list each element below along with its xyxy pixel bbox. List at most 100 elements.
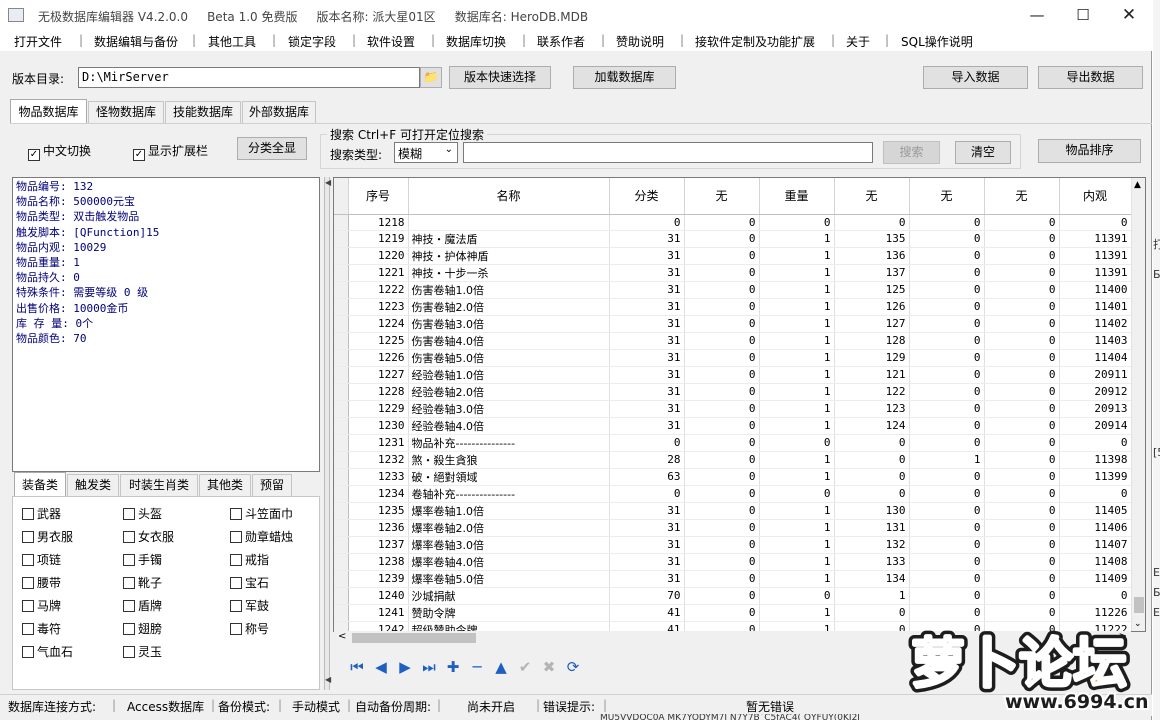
table-cell[interactable]: 1229 bbox=[348, 400, 409, 418]
table-row[interactable]: 1229 经验卷轴3.0倍 31 0 1 123 0 0 20913 bbox=[334, 400, 1132, 418]
table-cell[interactable]: 1 bbox=[909, 451, 985, 469]
show-all-categories-button[interactable]: 分类全显 bbox=[237, 137, 307, 160]
row-indicator[interactable] bbox=[334, 247, 349, 265]
table-row[interactable]: 1230 经验卷轴4.0倍 31 0 1 124 0 0 20914 bbox=[334, 417, 1132, 435]
prior-record-icon[interactable]: ◀ bbox=[369, 658, 393, 676]
row-indicator[interactable] bbox=[334, 230, 349, 248]
last-record-icon[interactable]: ⏭ bbox=[417, 658, 441, 676]
cat-boots-checkbox[interactable]: 靴子 bbox=[123, 574, 162, 591]
table-cell[interactable]: 1219 bbox=[348, 230, 409, 248]
cancel-record-icon[interactable]: ✖ bbox=[537, 658, 561, 676]
row-indicator[interactable] bbox=[334, 417, 349, 435]
table-cell[interactable]: 31 bbox=[609, 332, 685, 350]
table-cell[interactable]: 1 bbox=[759, 230, 835, 248]
table-cell[interactable]: 131 bbox=[834, 519, 910, 537]
table-cell[interactable]: 0 bbox=[1059, 587, 1132, 605]
table-cell[interactable]: 0 bbox=[834, 485, 910, 503]
table-cell[interactable]: 0 bbox=[684, 434, 760, 452]
table-row[interactable]: 1222 伤害卷轴1.0倍 31 0 1 125 0 0 11400 bbox=[334, 281, 1132, 299]
table-cell[interactable]: 0 bbox=[909, 315, 985, 333]
scroll-left-icon[interactable]: < bbox=[338, 631, 346, 642]
table-cell[interactable]: 0 bbox=[984, 451, 1060, 469]
table-cell[interactable]: 11407 bbox=[1059, 536, 1132, 554]
row-indicator[interactable] bbox=[334, 468, 349, 486]
table-cell[interactable]: 1 bbox=[759, 383, 835, 401]
column-header[interactable]: 重量 bbox=[759, 178, 835, 215]
table-cell[interactable]: 1 bbox=[759, 468, 835, 486]
table-cell[interactable]: 31 bbox=[609, 247, 685, 265]
cat-necklace-checkbox[interactable]: 项链 bbox=[22, 551, 61, 568]
table-cell[interactable]: 11400 bbox=[1059, 281, 1132, 299]
column-header[interactable]: 无 bbox=[984, 178, 1060, 215]
table-cell[interactable]: 0 bbox=[684, 366, 760, 384]
table-cell[interactable]: 1235 bbox=[348, 502, 409, 520]
table-row[interactable]: 1238 爆率卷轴4.0倍 31 0 1 133 0 0 11408 bbox=[334, 553, 1132, 571]
table-cell[interactable]: 0 bbox=[984, 247, 1060, 265]
edit-record-icon[interactable]: ▲ bbox=[489, 658, 513, 676]
table-cell[interactable]: 0 bbox=[909, 264, 985, 282]
row-indicator[interactable] bbox=[334, 264, 349, 282]
table-row[interactable]: 1236 爆率卷轴2.0倍 31 0 1 131 0 0 11406 bbox=[334, 519, 1132, 537]
cat-female-armor-checkbox[interactable]: 女衣服 bbox=[123, 528, 174, 545]
table-cell[interactable]: 0 bbox=[909, 383, 985, 401]
row-indicator[interactable] bbox=[334, 400, 349, 418]
table-cell[interactable]: 1 bbox=[759, 451, 835, 469]
table-row[interactable]: 1237 爆率卷轴3.0倍 31 0 1 132 0 0 11407 bbox=[334, 536, 1132, 554]
row-indicator[interactable] bbox=[334, 298, 349, 316]
table-cell[interactable]: 爆率卷轴4.0倍 bbox=[408, 553, 610, 571]
table-cell[interactable]: 0 bbox=[984, 315, 1060, 333]
cat-spirit-jade-checkbox[interactable]: 灵玉 bbox=[123, 643, 162, 660]
table-cell[interactable]: 31 bbox=[609, 519, 685, 537]
import-button[interactable]: 导入数据 bbox=[923, 66, 1028, 89]
tab-external-db[interactable]: 外部数据库 bbox=[242, 101, 316, 123]
table-cell[interactable]: 1 bbox=[759, 502, 835, 520]
table-cell[interactable]: 129 bbox=[834, 349, 910, 367]
table-cell[interactable]: 0 bbox=[909, 400, 985, 418]
table-cell[interactable]: 0 bbox=[684, 604, 760, 622]
table-cell[interactable]: 1231 bbox=[348, 434, 409, 452]
cn-switch-checkbox[interactable]: ✓ 中文切换 bbox=[28, 142, 91, 161]
table-cell[interactable]: 0 bbox=[984, 298, 1060, 316]
table-cell[interactable]: 物品补充--------------- bbox=[408, 434, 610, 452]
search-type-select[interactable]: 模糊 ⌄ bbox=[394, 142, 458, 163]
table-cell[interactable]: 经验卷轴4.0倍 bbox=[408, 417, 610, 435]
table-cell[interactable]: 煞・殺生貪狼 bbox=[408, 451, 610, 469]
menu-contact[interactable]: 联系作者 bbox=[537, 33, 585, 50]
menu-settings[interactable]: 软件设置 bbox=[367, 33, 415, 50]
table-cell[interactable]: 1 bbox=[759, 281, 835, 299]
table-cell[interactable]: 0 bbox=[684, 587, 760, 605]
column-header[interactable]: 内观 bbox=[1059, 178, 1132, 215]
minimize-button[interactable]: — bbox=[1014, 0, 1060, 31]
cat-drum-checkbox[interactable]: 军鼓 bbox=[230, 597, 269, 614]
table-cell[interactable]: 31 bbox=[609, 366, 685, 384]
show-ext-checkbox[interactable]: ✓ 显示扩展栏 bbox=[133, 142, 208, 161]
table-cell[interactable]: 1223 bbox=[348, 298, 409, 316]
delete-record-icon[interactable]: ─ bbox=[465, 658, 489, 676]
table-cell[interactable]: 132 bbox=[834, 536, 910, 554]
table-cell[interactable]: 0 bbox=[684, 451, 760, 469]
table-cell[interactable]: 0 bbox=[759, 485, 835, 503]
menu-sponsor[interactable]: 赞助说明 bbox=[616, 33, 664, 50]
table-cell[interactable]: 11404 bbox=[1059, 349, 1132, 367]
table-cell[interactable]: 28 bbox=[609, 451, 685, 469]
table-cell[interactable]: 0 bbox=[984, 214, 1060, 231]
table-cell[interactable]: 31 bbox=[609, 281, 685, 299]
table-cell[interactable]: 126 bbox=[834, 298, 910, 316]
table-cell[interactable]: 0 bbox=[984, 519, 1060, 537]
table-row[interactable]: 1224 伤害卷轴3.0倍 31 0 1 127 0 0 11402 bbox=[334, 315, 1132, 333]
first-record-icon[interactable]: ⏮ bbox=[345, 658, 369, 676]
table-cell[interactable]: 0 bbox=[1059, 214, 1132, 231]
table-row[interactable]: 1239 爆率卷轴5.0倍 31 0 1 134 0 0 11409 bbox=[334, 570, 1132, 588]
cat-male-armor-checkbox[interactable]: 男衣服 bbox=[22, 528, 73, 545]
table-cell[interactable]: 0 bbox=[909, 366, 985, 384]
menu-about[interactable]: 关于 bbox=[846, 33, 870, 50]
table-cell[interactable]: 0 bbox=[909, 298, 985, 316]
table-cell[interactable]: 0 bbox=[609, 434, 685, 452]
table-cell[interactable]: 31 bbox=[609, 230, 685, 248]
menu-sql-help[interactable]: SQL操作说明 bbox=[901, 33, 973, 50]
table-cell[interactable]: 1233 bbox=[348, 468, 409, 486]
table-cell[interactable]: 0 bbox=[984, 553, 1060, 571]
tab-equipment[interactable]: 装备类 bbox=[14, 472, 66, 496]
table-cell[interactable]: 11398 bbox=[1059, 451, 1132, 469]
row-indicator[interactable] bbox=[334, 553, 349, 571]
